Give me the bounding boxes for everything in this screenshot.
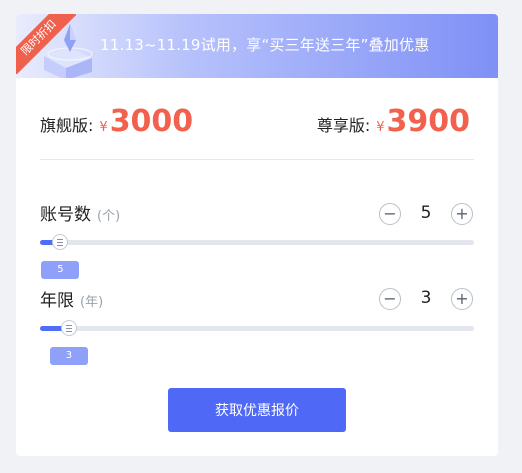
premium-label: 尊享版: <box>316 116 371 135</box>
years-slider[interactable] <box>40 320 474 336</box>
years-label: 年限 (年) <box>40 286 103 311</box>
years-slider-handle[interactable] <box>60 320 77 336</box>
years-decrement-button[interactable]: − <box>379 288 401 310</box>
years-increment-button[interactable]: + <box>451 288 473 310</box>
limited-discount-ribbon: 限时折扣 <box>16 14 76 74</box>
promo-banner: 限时折扣 11.13~11.19试用，享“买三年送三年”叠加优惠 <box>16 14 498 78</box>
accounts-slider[interactable] <box>40 234 474 250</box>
accounts-title: 账号数 <box>40 205 91 225</box>
flagship-currency: ¥ <box>99 120 108 135</box>
years-unit: (年) <box>80 295 104 310</box>
accounts-slider-handle[interactable] <box>52 234 69 250</box>
years-title: 年限 <box>40 291 74 311</box>
accounts-increment-button[interactable]: + <box>451 203 473 225</box>
promo-text: 11.13~11.19试用，享“买三年送三年”叠加优惠 <box>100 36 430 54</box>
premium-currency: ¥ <box>376 120 385 135</box>
divider <box>40 159 474 160</box>
get-quote-button[interactable]: 获取优惠报价 <box>168 388 346 432</box>
flagship-label: 旗舰版: <box>40 116 94 135</box>
years-slider-tooltip: 3 <box>49 347 88 365</box>
accounts-value: 5 <box>420 203 432 223</box>
premium-price: 尊享版: ¥ 3900 <box>317 104 470 140</box>
accounts-slider-tooltip: 5 <box>41 261 80 279</box>
years-value: 3 <box>420 288 432 308</box>
pricing-card: 限时折扣 11.13~11.19试用，享“买三年送三年”叠加优惠 旗舰版: ¥ … <box>16 14 498 456</box>
flagship-amount: 3000 <box>109 104 194 139</box>
accounts-decrement-button[interactable]: − <box>379 203 401 225</box>
accounts-label: 账号数 (个) <box>40 200 120 225</box>
accounts-unit: (个) <box>97 209 121 224</box>
flagship-price: 旗舰版: ¥ 3000 <box>40 104 193 140</box>
premium-amount: 3900 <box>386 104 471 139</box>
